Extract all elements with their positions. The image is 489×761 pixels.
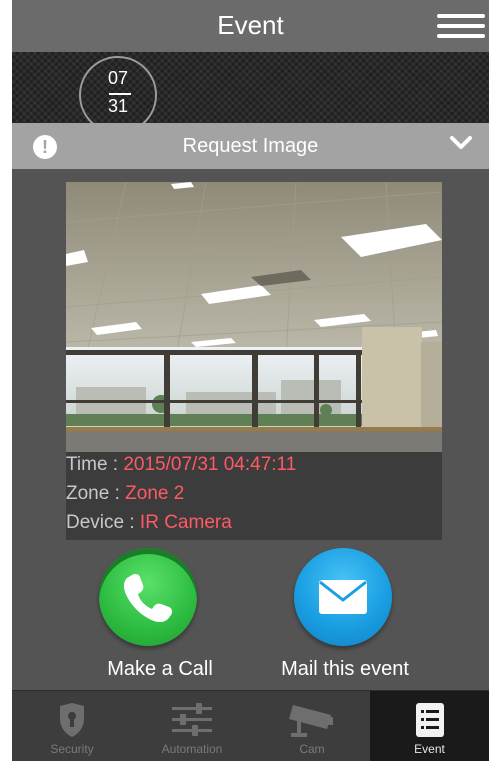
- event-info-panel: Time : 2015/07/31 04:47:11 Zone : Zone 2…: [66, 452, 442, 540]
- zone-label: Zone :: [66, 483, 126, 504]
- page-title: Event: [217, 10, 284, 40]
- camera-icon: [289, 705, 333, 737]
- tab-security-label: Security: [50, 742, 94, 756]
- mail-event-button[interactable]: Mail this event: [270, 548, 420, 688]
- time-label: Time :: [66, 454, 124, 475]
- mail-button-circle[interactable]: [294, 548, 392, 646]
- date-day: 31: [107, 96, 129, 116]
- mail-event-label: Mail this event: [281, 658, 409, 680]
- phone-icon: [123, 573, 173, 623]
- chevron-down-icon[interactable]: [449, 133, 473, 153]
- tab-automation[interactable]: Automation: [132, 691, 252, 761]
- event-camera-image: [66, 182, 442, 452]
- device-value: IR Camera: [139, 512, 232, 533]
- tab-automation-label: Automation: [161, 742, 223, 756]
- make-call-button[interactable]: Make a Call: [96, 548, 224, 688]
- tab-security[interactable]: Security: [12, 691, 132, 761]
- tab-event[interactable]: Event: [370, 691, 489, 761]
- tab-cam[interactable]: Cam: [252, 691, 372, 761]
- shield-icon: [60, 703, 84, 737]
- date-divider: [109, 93, 131, 95]
- list-icon: [415, 703, 444, 737]
- tab-cam-label: Cam: [299, 742, 325, 756]
- device-label: Device :: [66, 512, 140, 533]
- call-button-circle[interactable]: [99, 548, 197, 646]
- bottom-tab-bar: Security Automation Cam Event: [12, 690, 489, 761]
- hamburger-menu-icon[interactable]: [437, 14, 485, 40]
- app-header: Event: [12, 0, 489, 52]
- event-time-row: Time : 2015/07/31 04:47:11: [66, 454, 296, 480]
- event-image-card: Time : 2015/07/31 04:47:11 Zone : Zone 2…: [66, 182, 442, 540]
- sliders-icon: [172, 703, 212, 736]
- make-call-label: Make a Call: [107, 658, 213, 680]
- request-image-bar[interactable]: ! Request Image: [12, 123, 489, 169]
- date-month: 07: [107, 68, 129, 88]
- zone-value: Zone 2: [125, 483, 185, 504]
- time-value: 2015/07/31 04:47:11: [123, 454, 297, 475]
- date-strip: 07 31: [12, 52, 489, 134]
- request-image-label: Request Image: [182, 135, 319, 157]
- event-zone-row: Zone : Zone 2: [66, 483, 184, 509]
- app-screen: Event 07 31 ! Request Image Time: 2015/…: [12, 0, 489, 761]
- tab-event-label: Event: [414, 742, 445, 756]
- mail-icon: [319, 580, 367, 614]
- event-device-row: Device : IR Camera: [66, 512, 232, 538]
